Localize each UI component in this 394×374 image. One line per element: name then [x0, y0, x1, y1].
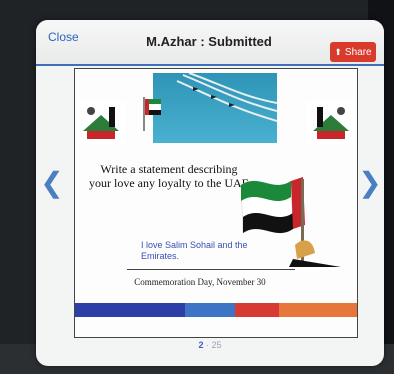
share-label: Share: [344, 46, 372, 58]
jets-image: [176, 72, 278, 122]
stripe-dark-blue: [75, 303, 185, 317]
chevron-left-icon[interactable]: ❮: [40, 158, 64, 206]
chevron-right-icon[interactable]: ❯: [358, 158, 382, 206]
stripe-orange: [279, 303, 357, 317]
prompt-text: Write a statement describing your love a…: [89, 162, 249, 190]
current-page: 2: [198, 340, 204, 350]
page-indicator: 2 · 25: [36, 340, 384, 350]
stripe-red: [235, 303, 279, 317]
submission-card: Write a statement describing your love a…: [74, 68, 358, 338]
submission-viewer: Close M.Azhar : Submitted ⬆ Share ❮ ❯ Wr…: [36, 20, 384, 366]
waving-uae-flag-icon: [240, 177, 341, 267]
heritage-illustration-left: [77, 101, 125, 145]
divider: [127, 269, 295, 270]
jets-photo: [153, 72, 278, 143]
top-bar: Close M.Azhar : Submitted ⬆ Share: [36, 20, 384, 66]
small-uae-flag-icon: [143, 97, 161, 131]
stripe-light-blue: [185, 303, 235, 317]
flag-stripe-bar: [75, 303, 357, 317]
close-button[interactable]: Close: [48, 30, 79, 44]
share-icon: ⬆: [334, 46, 342, 57]
page-title: M.Azhar : Submitted: [146, 34, 272, 49]
share-button[interactable]: ⬆ Share: [330, 42, 376, 62]
answer-text: I love Salim Sohail and the Emirates.: [141, 240, 248, 261]
commemoration-text: Commemoration Day, November 30: [134, 277, 266, 287]
heritage-illustration-right: [307, 101, 355, 145]
page-separator: ·: [206, 340, 209, 350]
total-pages: 25: [211, 340, 222, 350]
